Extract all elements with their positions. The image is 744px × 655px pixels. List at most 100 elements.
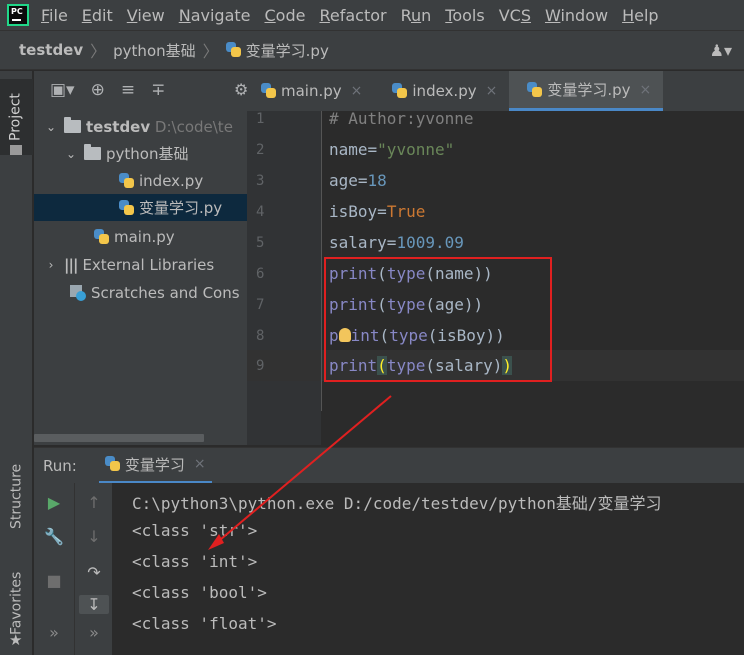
code-token: "yvonne" — [377, 140, 455, 159]
external-libraries-label: External Libraries — [82, 255, 215, 274]
tree-root-testdev[interactable]: ⌄ testdev D:\code\te — [34, 113, 247, 140]
menu-code[interactable]: Code — [265, 6, 306, 25]
code-token: = — [367, 140, 378, 159]
code-token: = — [386, 233, 397, 252]
chevron-down-icon[interactable]: ⌄ — [64, 147, 78, 161]
logo-text: PC — [11, 7, 23, 16]
expand-all-icon[interactable]: ≡ — [121, 80, 135, 100]
project-view-selector-icon[interactable]: ▣▾ — [50, 80, 75, 100]
close-icon[interactable]: × — [351, 83, 363, 99]
line-number: 7 — [256, 296, 265, 313]
collapse-all-icon[interactable]: ∓ — [151, 80, 165, 100]
run-config-tab[interactable]: 变量学习 × — [98, 448, 212, 484]
project-panel: ▣▾ ⊕ ≡ ∓ ⌄ testdev D:\code\te ⌄ python基础… — [34, 71, 247, 445]
scratches-icon — [70, 284, 86, 301]
menu-help[interactable]: Help — [622, 6, 658, 25]
locate-file-icon[interactable]: ⊕ — [91, 80, 105, 100]
code-line[interactable]: 4 isBoy=True — [247, 196, 744, 227]
close-icon[interactable]: × — [486, 83, 498, 99]
more-icon[interactable]: » — [39, 623, 69, 642]
breadcrumb-folder[interactable]: python基础 — [113, 40, 195, 61]
tree-file-main[interactable]: main.py — [34, 223, 247, 250]
menu-edit[interactable]: Edit — [82, 6, 113, 25]
tree-folder-python-basics[interactable]: ⌄ python基础 — [34, 140, 247, 167]
line-number: 2 — [256, 141, 265, 158]
library-icon: ||| — [64, 255, 78, 274]
menu-navigate[interactable]: Navigate — [179, 6, 251, 25]
wrench-icon[interactable]: 🔧 — [39, 527, 69, 546]
code-token: salary — [329, 233, 387, 252]
run-tab-label: 变量学习 — [124, 455, 185, 474]
code-token: True — [386, 202, 426, 221]
arrow-down-icon[interactable]: ↓ — [79, 527, 109, 546]
folder-label: python基础 — [106, 145, 189, 163]
user-account-icon[interactable]: ♟▾ — [710, 41, 732, 60]
console-output-line: <class 'str'> — [132, 521, 258, 540]
python-file-icon — [392, 83, 408, 99]
line-number: 6 — [256, 265, 265, 282]
code-text: age=18 — [329, 171, 387, 190]
structure-tool-tab[interactable]: Structure — [0, 451, 33, 541]
star-icon: ★ — [9, 631, 23, 649]
chevron-right-icon[interactable]: › — [44, 258, 58, 272]
folder-icon — [84, 144, 101, 160]
console-output-line: <class 'bool'> — [132, 583, 267, 602]
menu-window[interactable]: Window — [545, 6, 608, 25]
scratches-label: Scratches and Cons — [91, 283, 240, 302]
code-text: isBoy=True — [329, 202, 425, 221]
python-file-icon — [94, 228, 110, 245]
run-toolbar-primary: ▶ 🔧 ■ » — [34, 483, 74, 655]
menu-refactor[interactable]: Refactor — [319, 6, 386, 25]
chevron-down-icon[interactable]: ⌄ — [44, 120, 58, 134]
menu-run[interactable]: Run — [401, 6, 432, 25]
scroll-to-end-icon[interactable]: ↧ — [79, 595, 109, 614]
python-file-icon — [119, 172, 135, 189]
tree-file-variable-study[interactable]: 变量学习.py — [34, 194, 247, 221]
soft-wrap-icon[interactable]: ↷ — [79, 563, 109, 582]
code-line[interactable]: 1 # Author:yvonne — [247, 103, 744, 134]
code-line[interactable]: 3 age=18 — [247, 165, 744, 196]
close-icon[interactable]: × — [640, 82, 652, 98]
tree-external-libraries[interactable]: › ||| External Libraries — [34, 251, 247, 278]
menu-tools[interactable]: Tools — [445, 6, 484, 25]
annotation-highlight-box — [324, 257, 552, 382]
code-token: age — [329, 171, 358, 190]
breadcrumb-file-label: 变量学习.py — [245, 41, 329, 60]
tree-scratches[interactable]: Scratches and Cons — [34, 279, 247, 306]
project-toolbar: ▣▾ ⊕ ≡ ∓ — [34, 71, 247, 109]
arrow-up-icon[interactable]: ↑ — [79, 493, 109, 512]
pycharm-logo-icon[interactable]: PC — [7, 4, 29, 26]
stop-icon[interactable]: ■ — [39, 571, 69, 590]
menu-file[interactable]: File — [41, 6, 68, 25]
code-line[interactable]: 2 name="yvonne" — [247, 134, 744, 165]
tab-label: main.py — [281, 82, 342, 100]
python-file-icon — [119, 199, 135, 216]
horizontal-scrollbar[interactable] — [34, 434, 204, 442]
console-output-line: <class 'int'> — [132, 552, 258, 571]
code-token: 1009.09 — [396, 233, 464, 252]
breadcrumb: testdev 〉 python基础 〉 变量学习.py ♟▾ — [0, 30, 744, 70]
rerun-icon[interactable]: ▶ — [39, 493, 69, 512]
left-tool-strip: Project Structure Favorites ★ — [0, 71, 33, 655]
run-label: Run: — [43, 456, 77, 475]
python-run-icon — [104, 456, 121, 472]
menu-vcs[interactable]: VCS — [499, 6, 531, 25]
more-icon[interactable]: » — [79, 623, 109, 642]
code-line[interactable]: 5 salary=1009.09 — [247, 227, 744, 258]
code-token: = — [377, 202, 387, 221]
code-text: # Author:yvonne — [329, 109, 474, 128]
console-output-line: <class 'float'> — [132, 614, 277, 633]
project-tool-tab[interactable]: Project — [0, 79, 33, 155]
tree-file-index[interactable]: index.py — [34, 167, 247, 194]
breadcrumb-separator-icon: 〉 — [202, 42, 219, 61]
favorites-tab-label: Favorites — [8, 571, 25, 635]
breadcrumb-separator-icon: 〉 — [90, 42, 107, 61]
close-icon[interactable]: × — [194, 456, 206, 472]
breadcrumb-file[interactable]: 变量学习.py — [225, 40, 329, 61]
tab-label: 变量学习.py — [547, 81, 631, 99]
console-command-line: C:\python3\python.exe D:/code/testdev/py… — [132, 494, 662, 513]
breadcrumb-project[interactable]: testdev — [19, 41, 83, 59]
menu-view[interactable]: View — [127, 6, 165, 25]
line-number: 1 — [256, 110, 265, 127]
file-label: 变量学习.py — [139, 199, 223, 217]
